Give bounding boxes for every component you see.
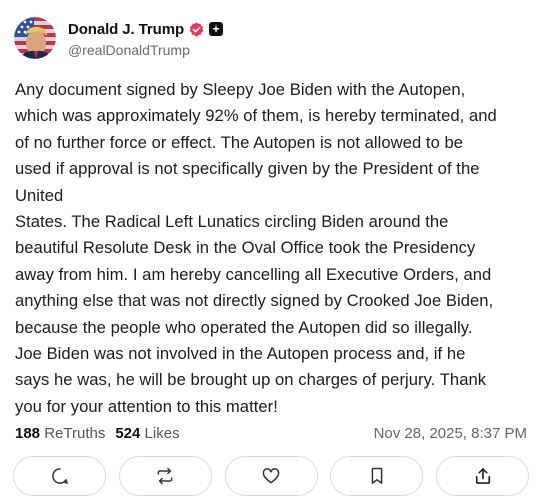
post-timestamp[interactable]: Nov 28, 2025, 8:37 PM xyxy=(374,425,527,442)
bookmark-button[interactable] xyxy=(330,456,424,496)
action-bar xyxy=(13,456,529,496)
likes-count: 524 xyxy=(115,424,141,442)
retruths-stat[interactable]: 188 ReTruths xyxy=(15,425,105,442)
author-handle[interactable]: @realDonaldTrump xyxy=(68,42,223,58)
share-button[interactable] xyxy=(436,456,529,496)
author-name[interactable]: Donald J. Trump xyxy=(68,21,184,38)
verified-badge-icon xyxy=(189,21,204,37)
reply-button[interactable] xyxy=(13,456,106,496)
bookmark-icon xyxy=(371,467,383,484)
plus-badge-icon: + xyxy=(209,22,224,36)
post-header: Donald J. Trump + @realDonaldTrump xyxy=(14,14,224,62)
post-text: Any document signed by Sleepy Joe Biden … xyxy=(15,80,497,416)
retruths-label: ReTruths xyxy=(44,424,106,442)
like-icon xyxy=(262,468,280,484)
likes-label: Likes xyxy=(144,424,180,442)
reply-icon xyxy=(51,468,68,484)
share-icon xyxy=(475,468,490,484)
author-info: Donald J. Trump + @realDonaldTrump xyxy=(68,18,224,58)
avatar[interactable] xyxy=(14,17,56,59)
retruth-button[interactable] xyxy=(118,456,212,496)
like-button[interactable] xyxy=(224,456,318,496)
post-stats: 188 ReTruths 524 Likes Nov 28, 2025, 8:3… xyxy=(15,423,527,443)
likes-stat[interactable]: 524 Likes xyxy=(115,425,179,442)
retruths-count: 188 xyxy=(15,424,41,442)
retruth-icon xyxy=(157,467,173,485)
